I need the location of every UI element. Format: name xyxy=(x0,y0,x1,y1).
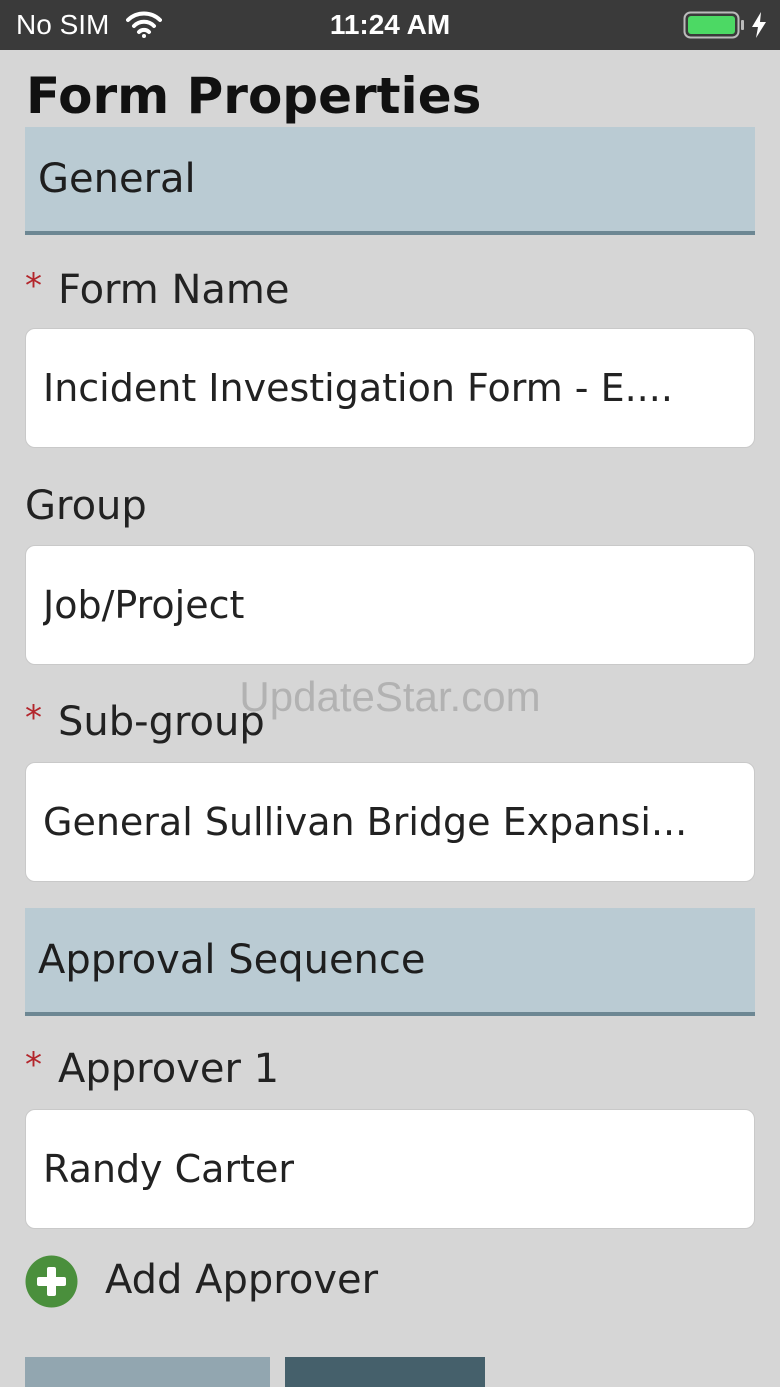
plus-circle-icon xyxy=(25,1255,78,1308)
clock: 11:24 AM xyxy=(329,9,451,40)
status-bar: No SIM 11:24 AM xyxy=(0,0,780,50)
sub-group-field[interactable]: General Sullivan Bridge Expansi... xyxy=(25,762,755,882)
secondary-action-button[interactable] xyxy=(25,1357,270,1387)
group-label: Group xyxy=(25,482,147,530)
battery-icon xyxy=(683,11,744,39)
charging-bolt-icon xyxy=(752,12,766,38)
approver-1-label: * Approver 1 xyxy=(25,1045,279,1095)
section-header-approval-sequence: Approval Sequence xyxy=(25,908,755,1016)
group-value: Job/Project xyxy=(43,583,245,627)
required-marker: * xyxy=(25,698,42,738)
group-field[interactable]: Job/Project xyxy=(25,545,755,665)
sub-group-label-text: Sub-group xyxy=(58,699,265,745)
form-name-value: Incident Investigation Form - E.... xyxy=(43,366,673,410)
form-name-label: * Form Name xyxy=(25,266,289,316)
group-label-text: Group xyxy=(25,483,147,529)
add-approver-button[interactable]: Add Approver xyxy=(25,1254,445,1310)
approver-1-label-text: Approver 1 xyxy=(58,1046,280,1092)
section-title-approval-sequence: Approval Sequence xyxy=(38,937,426,983)
form-name-label-text: Form Name xyxy=(58,267,290,313)
required-marker: * xyxy=(25,266,42,306)
approver-1-field[interactable]: Randy Carter xyxy=(25,1109,755,1229)
page-title: Form Properties xyxy=(26,67,482,125)
add-approver-label: Add Approver xyxy=(105,1257,379,1303)
sub-group-label: * Sub-group xyxy=(25,698,265,748)
section-title-general: General xyxy=(38,156,196,202)
sub-group-value: General Sullivan Bridge Expansi... xyxy=(43,800,688,844)
section-header-general: General xyxy=(25,127,755,235)
required-marker: * xyxy=(25,1045,42,1085)
primary-action-button[interactable] xyxy=(285,1357,485,1387)
approver-1-value: Randy Carter xyxy=(43,1147,294,1191)
form-name-field[interactable]: Incident Investigation Form - E.... xyxy=(25,328,755,448)
